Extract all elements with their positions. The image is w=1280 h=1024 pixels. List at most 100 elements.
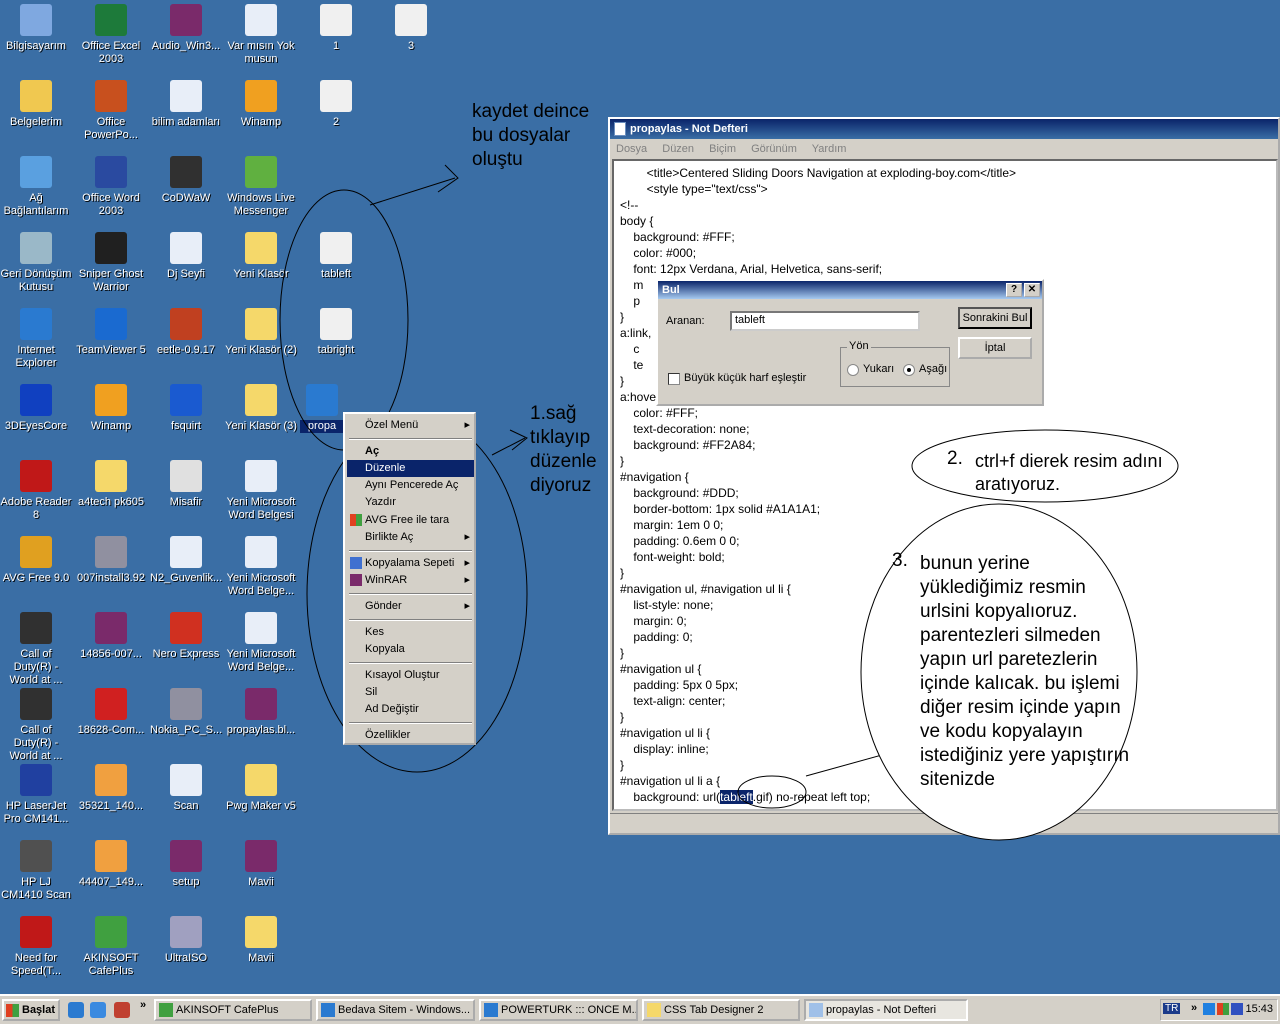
desktop-icon[interactable]: eetle-0.9.17 xyxy=(150,308,222,357)
context-menu-item[interactable]: Kopyalama Sepeti ▸ xyxy=(347,555,474,572)
menu-help[interactable]: Yardım xyxy=(812,143,847,155)
context-menu-item[interactable]: Özellikler xyxy=(347,727,474,744)
desktop-icon[interactable]: Need for Speed(T... xyxy=(0,916,72,978)
desktop-icon[interactable]: Belgelerim xyxy=(0,80,72,129)
desktop-icon[interactable]: 2 xyxy=(300,80,372,129)
taskbar-button[interactable]: POWERTURK ::: ONCE M... xyxy=(479,999,638,1021)
desktop-icon[interactable]: TeamViewer 5 xyxy=(75,308,147,357)
outlook-express-icon[interactable] xyxy=(90,1002,106,1018)
context-menu-item[interactable]: Düzenle xyxy=(347,460,474,477)
cancel-button[interactable]: İptal xyxy=(958,337,1032,359)
tray-chevron[interactable]: » xyxy=(1191,1002,1197,1014)
context-menu-item[interactable]: Birlikte Aç ▸ xyxy=(347,529,474,546)
desktop-icon[interactable]: Yeni Microsoft Word Belgesi xyxy=(225,460,297,522)
find-next-button[interactable]: Sonrakini Bul xyxy=(958,307,1032,329)
language-indicator[interactable]: TR xyxy=(1163,1003,1181,1014)
desktop-icon[interactable]: Internet Explorer xyxy=(0,308,72,370)
desktop-icon[interactable]: Nokia_PC_S... xyxy=(150,688,222,737)
desktop-icon[interactable]: Ağ Bağlantılarım xyxy=(0,156,72,218)
desktop-icon[interactable]: UltraISO xyxy=(150,916,222,965)
desktop-icon[interactable]: Office PowerPo... xyxy=(75,80,147,142)
start-button[interactable]: Başlat xyxy=(2,999,60,1021)
desktop-icon[interactable]: Yeni Microsoft Word Belge... xyxy=(225,612,297,674)
help-button[interactable]: ? xyxy=(1006,283,1022,297)
network-tray-icon[interactable] xyxy=(1203,1003,1215,1015)
match-case-checkbox[interactable] xyxy=(668,373,680,385)
desktop-icon[interactable]: Mavii xyxy=(225,840,297,889)
search-input[interactable]: tableft xyxy=(730,311,920,331)
desktop-icon[interactable]: propa xyxy=(300,384,344,433)
internet-explorer-icon[interactable] xyxy=(68,1002,84,1018)
desktop-icon[interactable]: 18628-Com... xyxy=(75,688,147,737)
desktop-icon[interactable]: HP LJ CM1410 Scan xyxy=(0,840,72,902)
desktop-icon[interactable]: Var mısın Yok musun xyxy=(225,4,297,66)
desktop-icon[interactable]: Yeni Klasör (2) xyxy=(225,308,297,357)
desktop-icon[interactable]: Windows Live Messenger xyxy=(225,156,297,218)
context-menu-item[interactable]: Özel Menü ▸ xyxy=(347,417,474,434)
menu-view[interactable]: Görünüm xyxy=(751,143,797,155)
desktop-icon[interactable]: setup xyxy=(150,840,222,889)
context-menu-item[interactable]: Kes xyxy=(347,624,474,641)
desktop-icon[interactable]: propaylas.bl... xyxy=(225,688,297,737)
desktop-icon[interactable]: Nero Express xyxy=(150,612,222,661)
menu-format[interactable]: Biçim xyxy=(709,143,736,155)
desktop-icon[interactable]: HP LaserJet Pro CM141... xyxy=(0,764,72,826)
context-menu-item[interactable]: Aç xyxy=(347,443,474,460)
desktop-icon[interactable]: AVG Free 9.0 xyxy=(0,536,72,585)
context-menu-item[interactable]: Yazdır xyxy=(347,494,474,511)
taskbar-button[interactable]: AKINSOFT CafePlus xyxy=(154,999,312,1021)
desktop-icon[interactable]: Bilgisayarım xyxy=(0,4,72,53)
desktop-icon[interactable]: 3 xyxy=(375,4,447,53)
taskbar-button[interactable]: propaylas - Not Defteri xyxy=(804,999,968,1021)
taskbar-button[interactable]: CSS Tab Designer 2 xyxy=(642,999,800,1021)
taskbar-button[interactable]: Bedava Sitem - Windows... xyxy=(316,999,475,1021)
notepad-titlebar[interactable]: propaylas - Not Defteri xyxy=(610,119,1278,139)
context-menu-item[interactable]: AVG Free ile tara xyxy=(347,512,474,529)
context-menu-item[interactable]: Gönder ▸ xyxy=(347,598,474,615)
desktop-icon[interactable]: Yeni Klasör xyxy=(225,232,297,281)
desktop-icon[interactable]: Yeni Microsoft Word Belge... xyxy=(225,536,297,598)
down-radio[interactable] xyxy=(903,364,915,376)
desktop-icon[interactable]: 3DEyesCore xyxy=(0,384,72,433)
menu-edit[interactable]: Düzen xyxy=(662,143,694,155)
close-button[interactable]: ✕ xyxy=(1024,283,1040,297)
desktop-icon[interactable]: Yeni Klasör (3) xyxy=(225,384,297,433)
desktop-icon[interactable]: fsquirt xyxy=(150,384,222,433)
desktop-icon[interactable]: Dj Seyfi xyxy=(150,232,222,281)
desktop-icon[interactable]: Pwg Maker v5 xyxy=(225,764,297,813)
find-dialog-titlebar[interactable]: Bul ? ✕ xyxy=(658,281,1042,299)
desktop-icon[interactable]: 35321_140... xyxy=(75,764,147,813)
context-menu-item[interactable]: WinRAR ▸ xyxy=(347,572,474,589)
quicklaunch-chevron[interactable]: » xyxy=(140,999,146,1011)
desktop-icon[interactable]: 44407_149... xyxy=(75,840,147,889)
context-menu-item[interactable]: Aynı Pencerede Aç xyxy=(347,477,474,494)
desktop-icon[interactable]: Office Excel 2003 xyxy=(75,4,147,66)
desktop-icon[interactable]: 1 xyxy=(300,4,372,53)
desktop-icon[interactable]: Office Word 2003 xyxy=(75,156,147,218)
desktop-icon[interactable]: Mavii xyxy=(225,916,297,965)
desktop-icon[interactable]: Scan xyxy=(150,764,222,813)
desktop-icon[interactable]: 007install3.92 xyxy=(75,536,147,585)
app-quicklaunch-icon[interactable] xyxy=(114,1002,130,1018)
desktop-icon[interactable]: Audio_Win3... xyxy=(150,4,222,53)
desktop-icon[interactable]: Winamp xyxy=(75,384,147,433)
context-menu-item[interactable]: Kısayol Oluştur xyxy=(347,667,474,684)
desktop-icon[interactable]: Misafir xyxy=(150,460,222,509)
desktop-icon[interactable]: Sniper Ghost Warrior xyxy=(75,232,147,294)
context-menu-item[interactable]: Sil xyxy=(347,684,474,701)
desktop-icon[interactable]: tableft xyxy=(300,232,372,281)
context-menu-item[interactable]: Ad Değiştir xyxy=(347,701,474,718)
up-radio[interactable] xyxy=(847,364,859,376)
desktop-icon[interactable]: CoDWaW xyxy=(150,156,222,205)
avg-tray-icon[interactable] xyxy=(1217,1003,1229,1015)
desktop-icon[interactable]: Call of Duty(R) - World at ... xyxy=(0,688,72,763)
menu-file[interactable]: Dosya xyxy=(616,143,647,155)
desktop-icon[interactable]: a4tech pk605 xyxy=(75,460,147,509)
security-tray-icon[interactable] xyxy=(1231,1003,1243,1015)
desktop-icon[interactable]: 14856-007... xyxy=(75,612,147,661)
desktop-icon[interactable]: N2_Guvenlik... xyxy=(150,536,222,585)
desktop-icon[interactable]: Winamp xyxy=(225,80,297,129)
desktop-icon[interactable]: Geri Dönüşüm Kutusu xyxy=(0,232,72,294)
desktop-icon[interactable]: Call of Duty(R) - World at ... xyxy=(0,612,72,687)
desktop-icon[interactable]: tabright xyxy=(300,308,372,357)
